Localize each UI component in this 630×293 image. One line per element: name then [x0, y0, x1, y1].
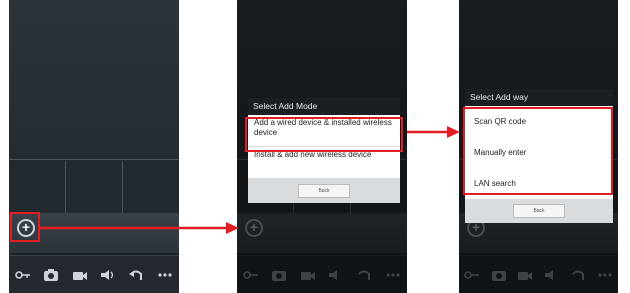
speaker-icon[interactable] [99, 268, 117, 282]
video-grid [9, 161, 179, 213]
add-button-highlight [10, 212, 40, 242]
phone-screen-main: + [9, 0, 179, 293]
video-cell[interactable] [66, 161, 123, 213]
options-highlight [463, 107, 613, 195]
arrow-right-icon [40, 222, 239, 234]
undo-icon[interactable] [127, 268, 145, 282]
dialog-title: Select Add way [465, 89, 613, 106]
bottom-toolbar [9, 255, 179, 293]
arrow-right-icon [407, 126, 460, 138]
dialog-footer: Back [465, 199, 613, 223]
phone-screen-add-way: + Select Add way Scan QR code Manually e… [459, 0, 618, 293]
phone-screen-add-mode: + Select Add Mode Add a wired device & i… [237, 0, 407, 293]
video-pane-main[interactable] [9, 0, 179, 160]
dialog-title: Select Add Mode [248, 98, 400, 115]
video-icon[interactable] [71, 268, 89, 282]
option-highlight [245, 117, 403, 152]
video-cell[interactable] [9, 161, 66, 213]
key-icon[interactable] [14, 268, 32, 282]
more-icon[interactable] [156, 268, 174, 282]
camera-icon[interactable] [42, 268, 60, 282]
back-button[interactable]: Back [298, 184, 350, 198]
back-button[interactable]: Back [513, 204, 565, 218]
video-cell[interactable] [123, 161, 179, 213]
dialog-footer: Back [248, 179, 400, 203]
